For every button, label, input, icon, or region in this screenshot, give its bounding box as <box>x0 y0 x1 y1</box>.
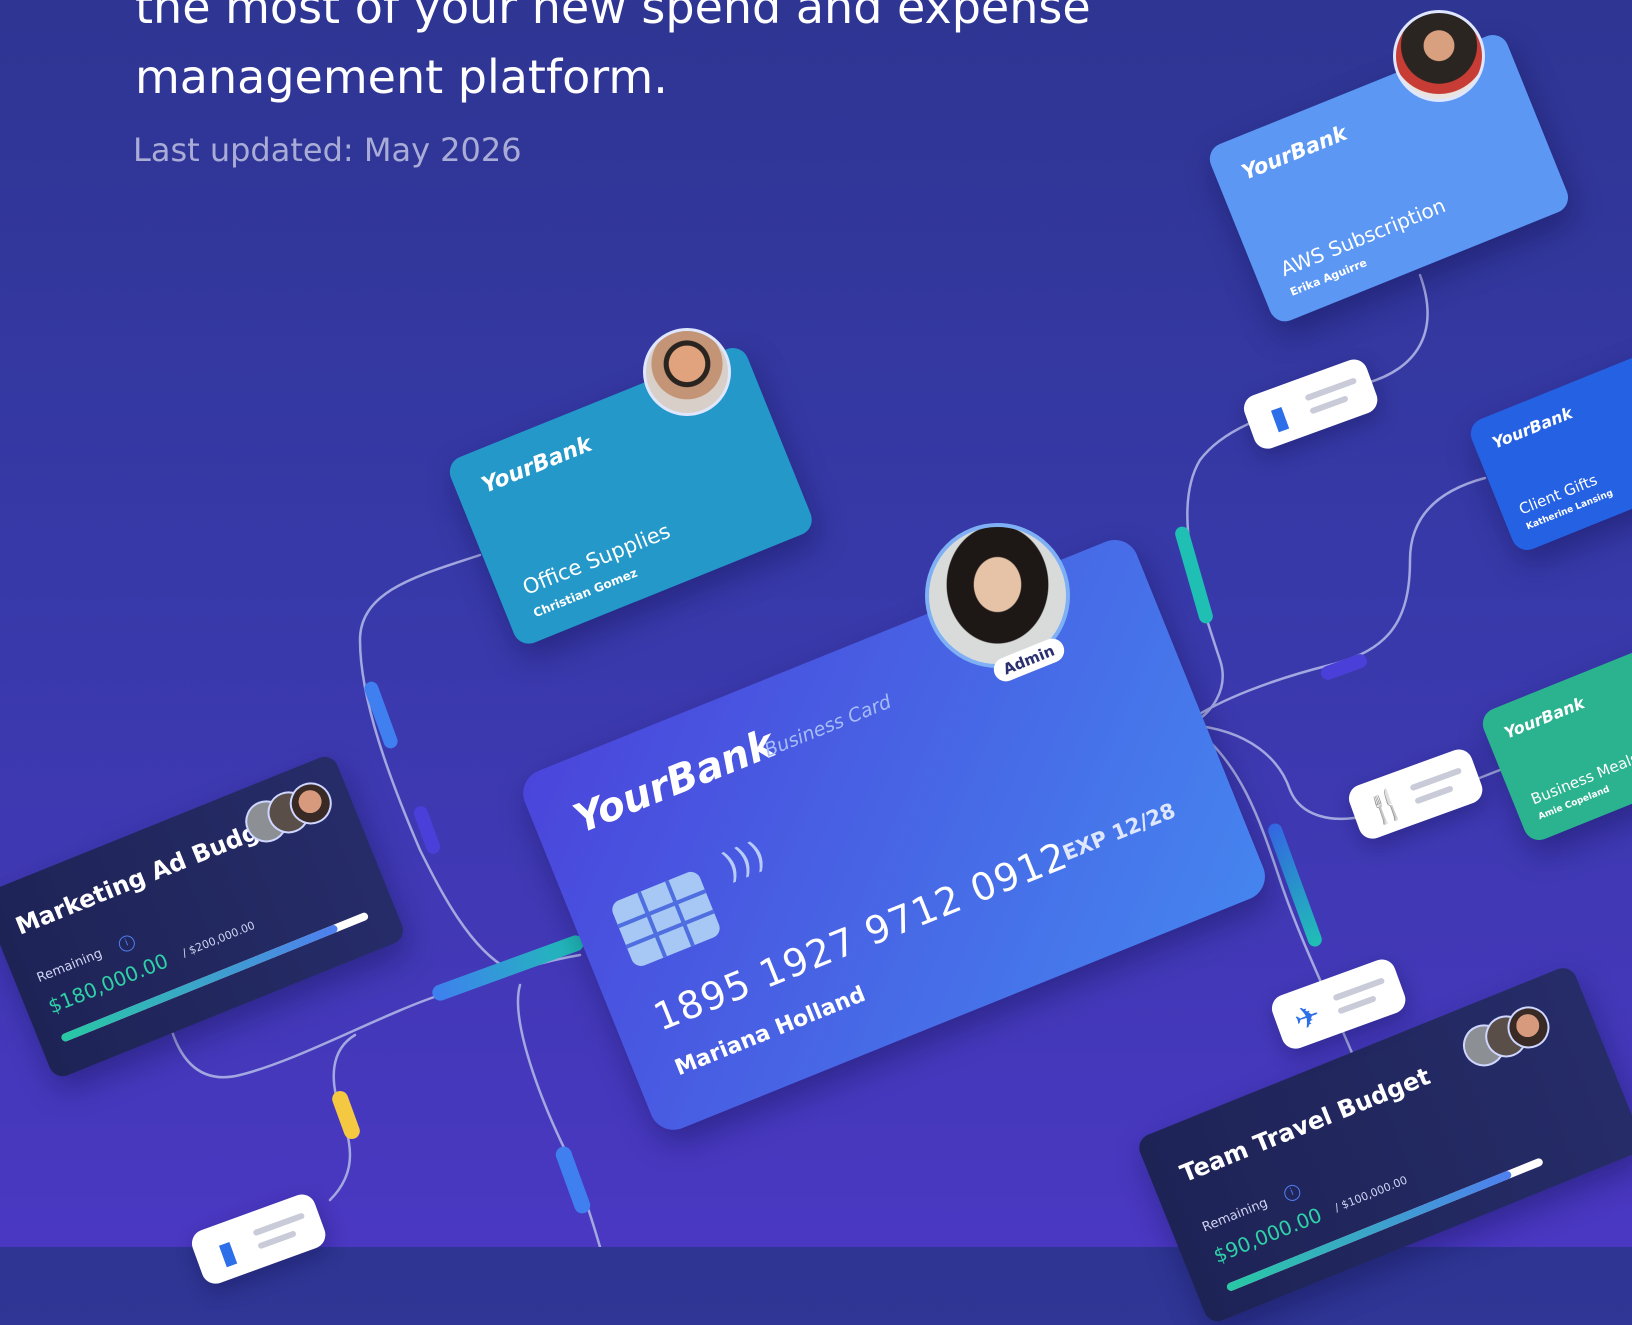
card-brand: YourBank <box>478 431 596 499</box>
connector-client-gifts <box>1188 476 1487 722</box>
airplane-icon: ✈ <box>1289 997 1326 1039</box>
receipt-line <box>252 1212 306 1237</box>
main-card-label: Business Card <box>761 690 895 762</box>
remaining-amount: $180,000.00 <box>44 948 172 1019</box>
receipt-line <box>1409 767 1463 792</box>
chip-icon <box>609 868 723 969</box>
budget-avatars <box>1456 998 1562 1075</box>
card-expiry: EXP 12/28 <box>1059 798 1179 866</box>
fork-knife-icon: 🍴 <box>1362 784 1410 831</box>
info-icon: i <box>116 933 138 954</box>
card-brand: YourBank <box>1501 693 1588 743</box>
card-brand: YourBank <box>1489 403 1576 453</box>
budget-total: / $200,000.00 <box>180 918 257 960</box>
receipt-icon: ▮ <box>1265 398 1294 438</box>
contactless-icon: ))) <box>716 834 772 888</box>
budget-avatars <box>238 774 344 851</box>
card-brand: YourBank <box>1238 120 1351 185</box>
budget-total: / $100,000.00 <box>1332 1173 1410 1215</box>
info-icon: i <box>1281 1182 1303 1204</box>
receipt-line <box>1332 977 1386 1002</box>
avatar-christian[interactable] <box>643 328 731 416</box>
connector-aws <box>1186 273 1429 727</box>
receipt-line <box>1304 377 1358 402</box>
receipt-icon: ▮ <box>213 1233 242 1273</box>
avatar-erika[interactable] <box>1393 10 1485 102</box>
